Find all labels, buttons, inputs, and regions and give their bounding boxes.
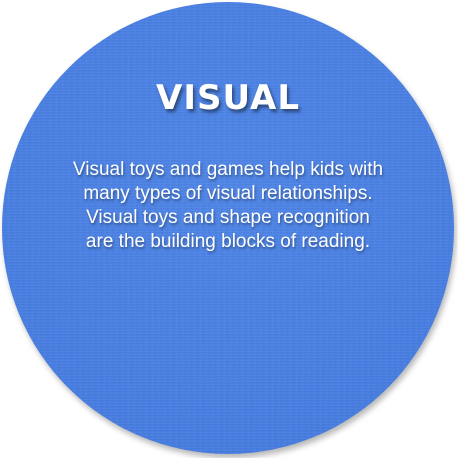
description-line: are the building blocks of reading. xyxy=(85,231,371,252)
description-line: many types of visual relationships. xyxy=(83,183,373,204)
blue-circle: VISUAL Visual toys and games help kids w… xyxy=(2,2,454,454)
visual-card: VISUAL Visual toys and games help kids w… xyxy=(0,0,458,458)
card-description: Visual toys and games help kids with man… xyxy=(42,158,414,254)
card-title: VISUAL xyxy=(156,78,300,118)
description-line: Visual toys and games help kids with xyxy=(72,159,384,180)
description-line: Visual toys and shape recognition xyxy=(86,207,370,228)
